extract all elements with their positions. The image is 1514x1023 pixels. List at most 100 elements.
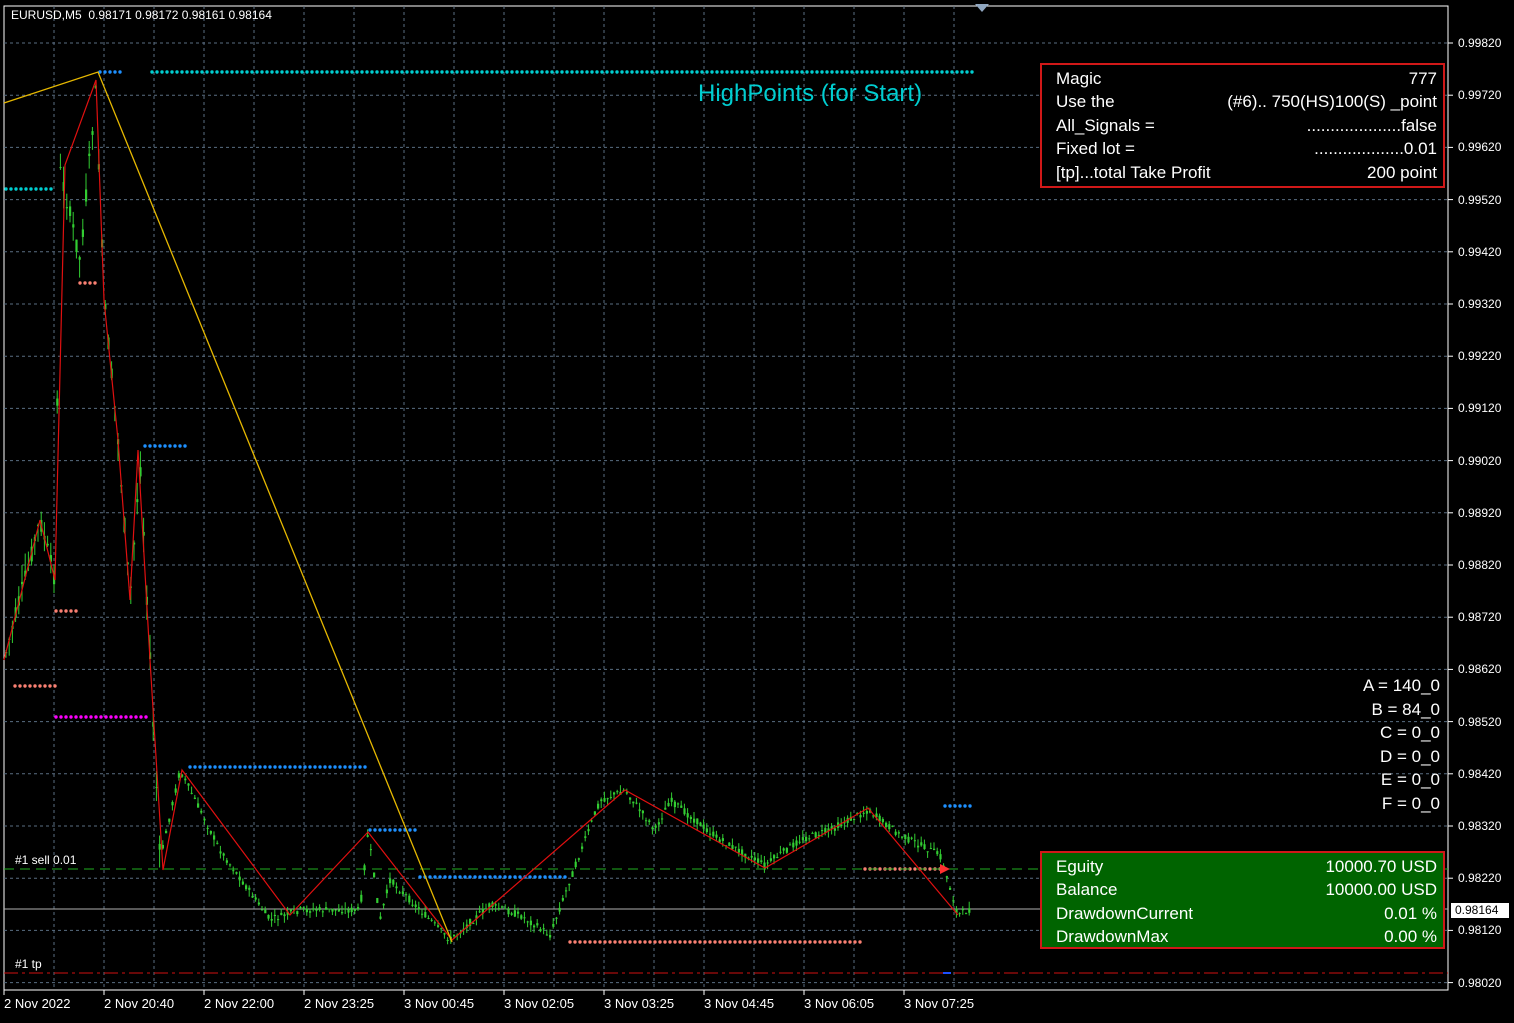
- time-axis-label: 3 Nov 07:25: [904, 996, 975, 1011]
- candle: [446, 937, 449, 945]
- candle-body: [187, 783, 190, 786]
- level-dot: [853, 940, 857, 944]
- level-dot: [48, 684, 52, 688]
- level-magenta: [54, 715, 148, 719]
- candle: [523, 911, 526, 924]
- candle-body: [577, 858, 580, 860]
- candle: [507, 906, 510, 918]
- level-dot: [818, 940, 822, 944]
- candle: [641, 809, 644, 820]
- drawdown-max-value: 0.00 %: [1384, 927, 1437, 947]
- candle: [171, 800, 174, 811]
- candle: [958, 912, 961, 917]
- candle-body: [430, 919, 433, 921]
- level-dot: [44, 187, 48, 191]
- level-dot: [295, 70, 299, 74]
- candle-body: [632, 801, 635, 804]
- candle: [555, 916, 558, 925]
- level-dot: [505, 70, 509, 74]
- level-dot: [258, 765, 262, 769]
- level-dot: [790, 70, 794, 74]
- candle: [273, 909, 276, 924]
- candle-body: [587, 829, 590, 832]
- level-dot: [905, 70, 909, 74]
- candle: [776, 852, 779, 859]
- level-dot: [74, 715, 78, 719]
- level-dot: [400, 70, 404, 74]
- candle-body: [398, 892, 401, 894]
- candle: [920, 836, 923, 847]
- level-dot: [460, 70, 464, 74]
- candle-body: [318, 907, 321, 910]
- candle-body: [401, 891, 404, 895]
- candle: [769, 852, 772, 863]
- candle-body: [155, 786, 158, 789]
- candle-body: [433, 922, 436, 924]
- level-dot: [220, 70, 224, 74]
- price-axis-label: 0.99020: [1458, 453, 1502, 468]
- level-dot: [175, 70, 179, 74]
- candle: [923, 839, 926, 850]
- level-dot: [325, 70, 329, 74]
- level-dot: [755, 70, 759, 74]
- candle-body: [600, 799, 603, 802]
- candle-body: [555, 917, 558, 919]
- candle-body: [709, 833, 712, 835]
- candle: [926, 851, 929, 858]
- level-dot: [955, 70, 959, 74]
- candle-body: [904, 834, 907, 840]
- info-value: 777: [1408, 69, 1437, 88]
- candle: [561, 894, 564, 902]
- level-dot: [185, 70, 189, 74]
- candle-body: [408, 895, 411, 903]
- candle-body: [197, 803, 200, 808]
- candle: [187, 783, 190, 791]
- level-dot: [513, 875, 517, 879]
- candle: [670, 792, 673, 807]
- level-dot: [28, 684, 32, 688]
- level-dot: [560, 70, 564, 74]
- candle-body: [65, 207, 68, 209]
- level-dot: [119, 715, 123, 719]
- candle: [680, 800, 683, 808]
- level-dot: [183, 444, 187, 448]
- level-dot: [173, 444, 177, 448]
- level-dot: [875, 70, 879, 74]
- level-dot: [298, 765, 302, 769]
- candle: [318, 904, 321, 912]
- candle-body: [225, 860, 228, 863]
- candle-body: [769, 858, 772, 861]
- level-dot: [363, 765, 367, 769]
- candle: [331, 908, 334, 916]
- candle: [699, 821, 702, 827]
- level-dot: [958, 804, 962, 808]
- level-dot: [753, 940, 757, 944]
- candle-body: [136, 499, 139, 503]
- level-dot: [345, 70, 349, 74]
- info-row-signals: All_Signals = ....................false: [1056, 114, 1437, 137]
- candle-body: [654, 825, 657, 828]
- level-dot: [408, 828, 412, 832]
- candle: [696, 818, 699, 831]
- level-dot: [860, 70, 864, 74]
- candle: [536, 919, 539, 928]
- level-dot: [925, 70, 929, 74]
- candle: [72, 211, 75, 241]
- level-dot: [815, 70, 819, 74]
- level-dot: [13, 684, 17, 688]
- candle-body: [910, 837, 913, 839]
- level-dot: [225, 70, 229, 74]
- level-dot: [365, 70, 369, 74]
- candle: [702, 819, 705, 834]
- candle: [837, 816, 840, 831]
- candle-body: [734, 846, 737, 848]
- candle-body: [891, 825, 894, 827]
- level-dot: [803, 940, 807, 944]
- candle-body: [203, 818, 206, 821]
- candle-body: [811, 832, 814, 834]
- level-dot: [468, 875, 472, 879]
- chart-shift-marker-icon[interactable]: [975, 4, 989, 12]
- candle: [757, 852, 760, 869]
- candle-body: [494, 904, 497, 906]
- level-blue: [143, 444, 187, 448]
